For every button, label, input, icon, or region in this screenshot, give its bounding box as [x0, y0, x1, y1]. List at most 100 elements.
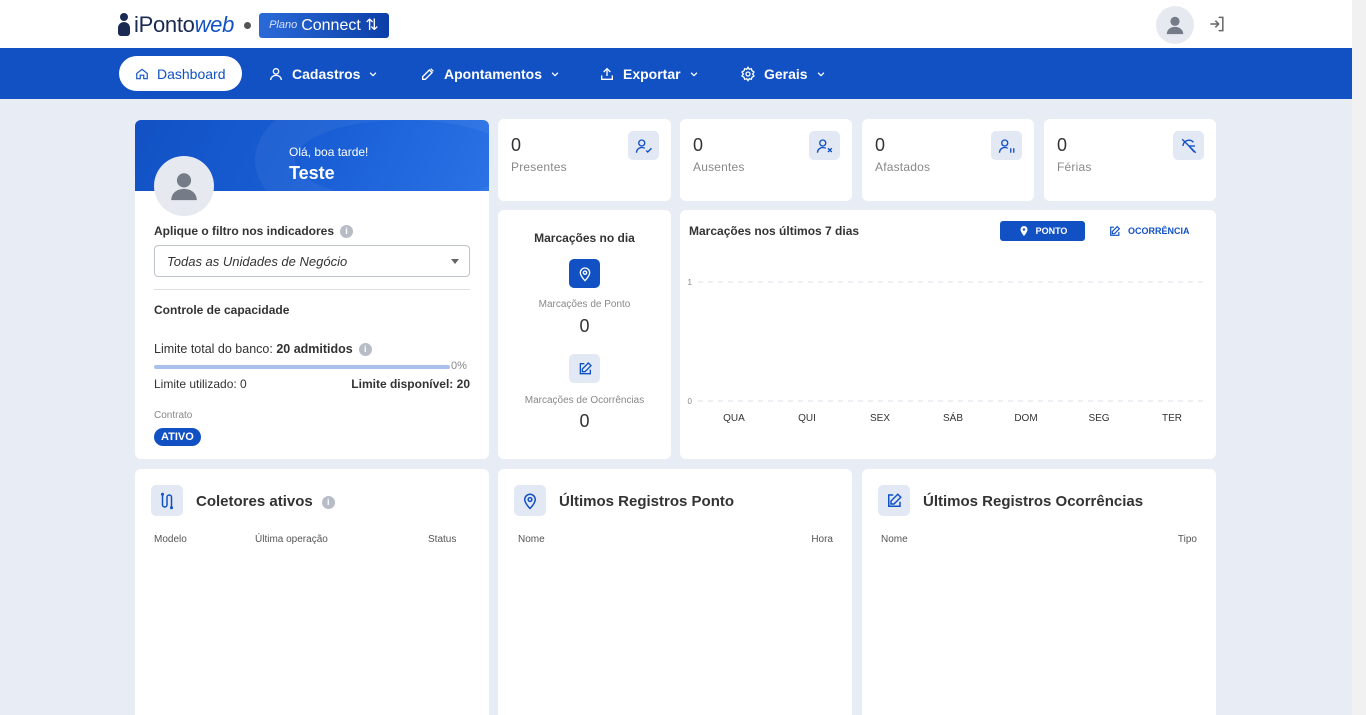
- x-tick-label: QUI: [798, 413, 816, 424]
- registros-ocorrencias-title: Últimos Registros Ocorrências: [923, 493, 1144, 510]
- contract-label: Contrato: [154, 410, 193, 421]
- column-header[interactable]: Modelo: [154, 534, 187, 545]
- logo-text-main: iPonto: [134, 12, 195, 37]
- registros-ponto-card: Últimos Registros Ponto Nome Hora: [498, 469, 852, 715]
- stat-card-afastados[interactable]: 0 Afastados: [862, 119, 1034, 201]
- dropdown-caret-icon: [451, 259, 459, 264]
- stat-value: 0: [1057, 135, 1068, 155]
- column-header[interactable]: Hora: [811, 534, 833, 545]
- logo-text-web: web: [194, 12, 235, 37]
- avatar[interactable]: [154, 156, 214, 216]
- chevron-down-icon: [370, 71, 377, 77]
- top-header: iPontoweb Plano Connect ⇅: [0, 0, 1352, 48]
- stat-card-ausentes[interactable]: 0 Ausentes: [680, 119, 852, 201]
- column-header[interactable]: Nome: [518, 534, 545, 545]
- stat-label: Ausentes: [693, 160, 745, 174]
- umbrella-off-icon: [1173, 131, 1204, 160]
- info-icon[interactable]: i: [340, 225, 354, 239]
- limit-total: Limite total do banco: 20 admitidos i: [154, 342, 372, 357]
- map-pin-icon: [514, 485, 546, 516]
- filter-label: Aplique o filtro nos indicadores i: [154, 224, 354, 239]
- nav-gerais-label: Gerais: [764, 65, 808, 82]
- limit-total-label: Limite total do banco:: [154, 342, 273, 356]
- coletores-title: Coletores ativos i: [196, 493, 335, 510]
- tools-icon: [422, 67, 434, 80]
- marcacoes-ponto-value: 0: [579, 316, 590, 336]
- chevron-down-icon: [690, 71, 697, 77]
- y-tick-label: 1: [688, 278, 693, 287]
- stat-value: 0: [693, 135, 704, 155]
- gear-icon: [741, 65, 755, 82]
- user-name: Teste: [289, 163, 335, 183]
- stat-value: 0: [511, 135, 522, 155]
- business-unit-select-value: Todas as Unidades de Negócio: [167, 253, 348, 269]
- capacity-progress-bar: [154, 365, 450, 369]
- coletores-card: Coletores ativos i Modelo Última operação…: [135, 469, 489, 715]
- nav-gerais[interactable]: Gerais: [740, 56, 826, 91]
- info-icon[interactable]: i: [321, 495, 335, 509]
- registros-ocorrencias-card: Últimos Registros Ocorrências Nome Tipo: [862, 469, 1216, 715]
- chevron-down-icon: [817, 71, 824, 77]
- main-navigation: Dashboard Cadastros Apontamentos Exporta…: [0, 48, 1352, 99]
- capacity-percent: 0%: [451, 360, 467, 372]
- x-tick-label: SEX: [870, 413, 890, 424]
- home-icon: [136, 68, 148, 79]
- marcacoes-ponto-label: Marcações de Ponto: [538, 299, 631, 310]
- limit-used: Limite utilizado: 0: [154, 377, 247, 391]
- line-chart: 0 1 QUA QUI SEX SÁB DOM SEG TER: [688, 278, 1208, 424]
- marcacoes-dia-title: Marcações no dia: [534, 231, 635, 245]
- marcacoes-ocorrencias-value: 0: [579, 411, 590, 431]
- edit-icon: [569, 354, 600, 383]
- column-header[interactable]: Tipo: [1178, 534, 1197, 545]
- limit-available-label: Limite disponível:: [351, 377, 454, 391]
- capacity-title: Controle de capacidade: [154, 303, 290, 317]
- user-avatar-icon[interactable]: [1156, 6, 1194, 44]
- x-tick-label: SEG: [1088, 413, 1109, 424]
- nav-apontamentos-label: Apontamentos: [444, 65, 542, 82]
- limit-total-value: 20 admitidos: [276, 342, 353, 356]
- x-tick-label: DOM: [1014, 413, 1037, 424]
- coletores-title-text: Coletores ativos: [196, 493, 313, 510]
- x-tick-label: SÁB: [943, 411, 963, 424]
- logo-person-icon: [118, 13, 132, 37]
- stat-card-ferias[interactable]: 0 Férias: [1044, 119, 1216, 201]
- greeting-text: Olá, boa tarde!: [289, 145, 369, 159]
- marcacoes-ocorrencias-label: Marcações de Ocorrências: [524, 395, 645, 406]
- plan-name: Connect ⇅: [301, 17, 379, 34]
- stat-label: Férias: [1057, 160, 1092, 174]
- stat-value: 0: [875, 135, 886, 155]
- x-tick-label: TER: [1162, 413, 1182, 424]
- filter-label-text: Aplique o filtro nos indicadores: [154, 224, 335, 238]
- user-check-icon: [628, 131, 659, 160]
- nav-dashboard[interactable]: Dashboard: [119, 56, 242, 91]
- user-pause-icon: [991, 131, 1022, 160]
- nav-dashboard-label: Dashboard: [157, 65, 226, 82]
- limit-available-value: 20: [456, 377, 470, 391]
- nav-exportar-label: Exportar: [623, 65, 681, 82]
- nav-cadastros[interactable]: Cadastros: [268, 56, 378, 91]
- user-icon: [270, 67, 282, 80]
- registros-ponto-title: Últimos Registros Ponto: [559, 493, 735, 510]
- divider: [154, 289, 470, 290]
- page-scrollbar[interactable]: [1352, 0, 1366, 715]
- coletor-device-icon: [151, 485, 183, 516]
- logo-text: iPontoweb: [134, 12, 234, 38]
- edit-icon: [878, 485, 910, 516]
- logout-icon[interactable]: [1207, 14, 1227, 34]
- x-tick-label: QUA: [723, 413, 745, 424]
- map-pin-icon: [569, 259, 600, 288]
- chevron-down-icon: [551, 71, 559, 77]
- y-tick-label: 0: [688, 397, 693, 406]
- column-header[interactable]: Nome: [881, 534, 908, 545]
- nav-apontamentos[interactable]: Apontamentos: [420, 56, 560, 91]
- limit-available: Limite disponível: 20: [351, 377, 470, 391]
- user-x-icon: [809, 131, 840, 160]
- nav-exportar[interactable]: Exportar: [599, 56, 699, 91]
- column-header[interactable]: Última operação: [255, 534, 328, 545]
- column-header[interactable]: Status: [428, 534, 456, 545]
- info-icon[interactable]: i: [358, 343, 372, 357]
- stat-label: Afastados: [875, 160, 931, 174]
- stat-card-presentes[interactable]: 0 Presentes: [498, 119, 671, 201]
- business-unit-select[interactable]: Todas as Unidades de Negócio: [154, 245, 470, 277]
- ipontoweb-logo[interactable]: iPontoweb Plano Connect ⇅: [118, 12, 389, 38]
